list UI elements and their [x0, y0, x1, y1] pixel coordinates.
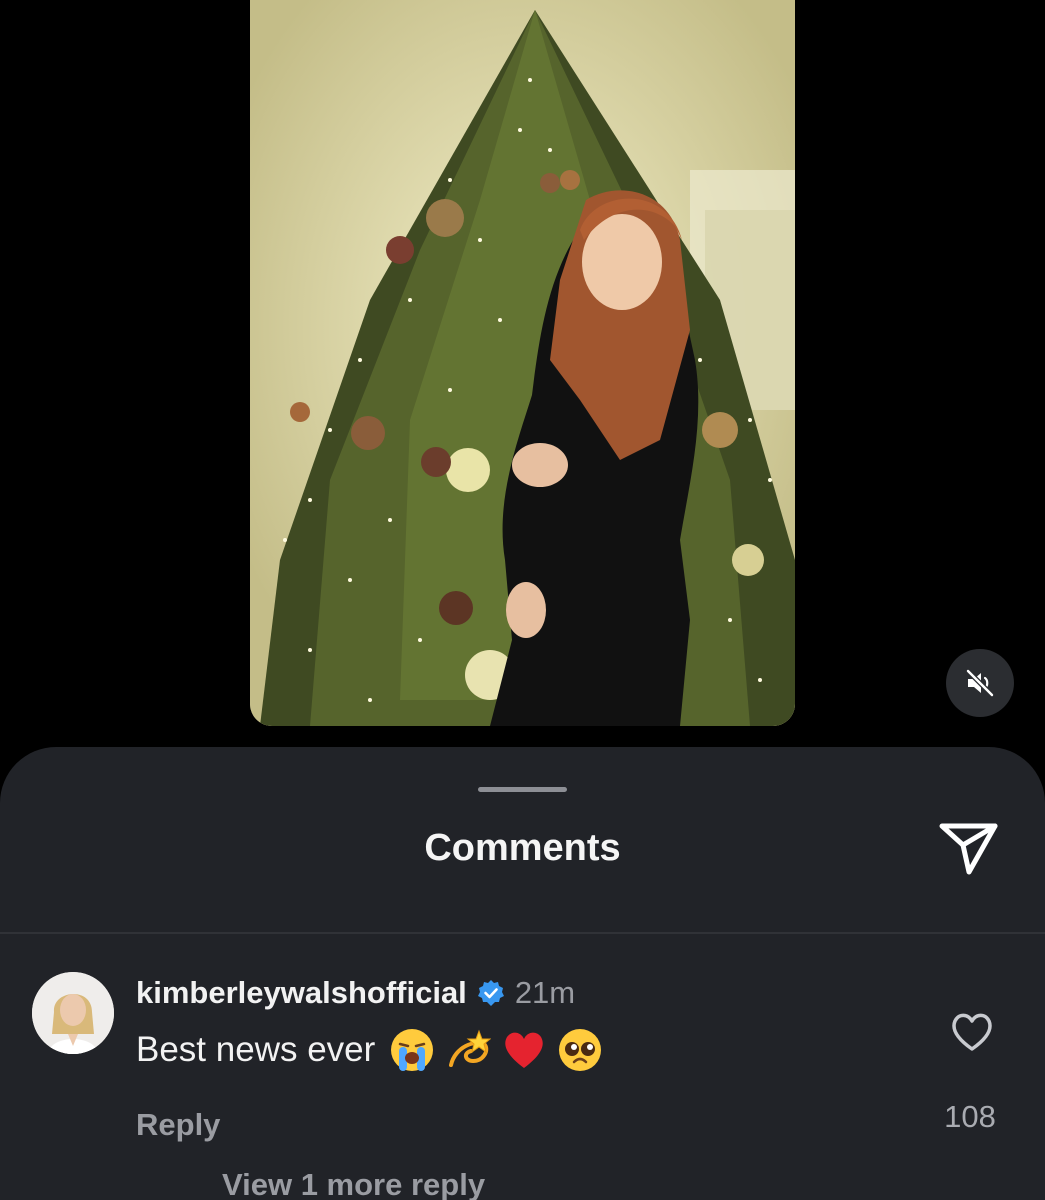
red-heart-emoji	[505, 1032, 543, 1068]
comments-sheet: Comments kimberleywalshofficial 21m Best…	[0, 747, 1045, 1200]
speaker-muted-icon	[965, 668, 995, 698]
comment-item: kimberleywalshofficial 21m Best news eve…	[0, 967, 1045, 1167]
heart-outline-icon	[952, 1013, 992, 1051]
reply-button[interactable]: Reply	[136, 1107, 220, 1143]
share-button[interactable]	[932, 819, 1006, 879]
comments-title: Comments	[424, 827, 621, 869]
verified-badge-icon	[477, 979, 505, 1007]
send-icon	[939, 823, 998, 875]
comment-timestamp: 21m	[514, 975, 576, 1010]
profile-photo	[32, 972, 114, 1054]
comment-text: Best news ever	[136, 1030, 376, 1069]
view-more-replies-button[interactable]: View 1 more reply	[222, 1167, 485, 1200]
mute-button[interactable]	[946, 649, 1014, 717]
comment-body: Best news ever	[136, 1027, 603, 1073]
like-count: 108	[944, 1099, 996, 1134]
avatar[interactable]	[32, 972, 114, 1054]
sheet-divider	[0, 932, 1045, 934]
comment-username[interactable]: kimberleywalshofficial	[136, 975, 467, 1011]
loudly-crying-face-emoji	[391, 1029, 434, 1071]
post-media[interactable]	[250, 0, 795, 726]
dizzy-emoji	[449, 1029, 492, 1067]
pleading-face-emoji	[559, 1029, 602, 1071]
sheet-grabber-handle[interactable]	[478, 787, 567, 792]
christmas-tree-photo	[250, 0, 795, 726]
like-button[interactable]	[946, 1007, 998, 1055]
